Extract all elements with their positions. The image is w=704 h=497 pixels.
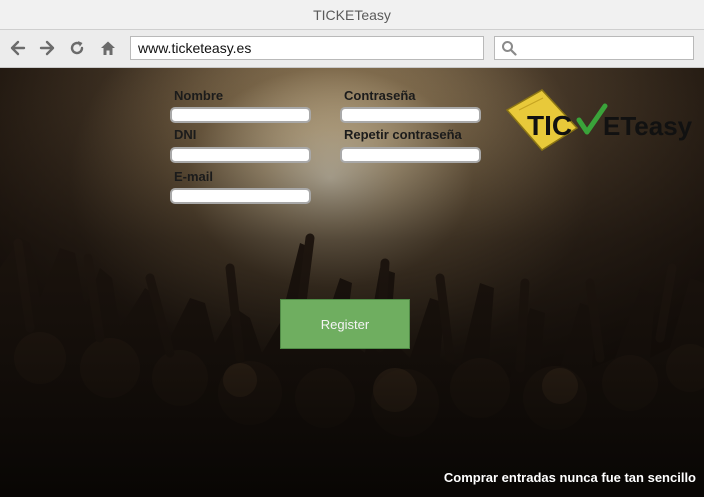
window-title: TICKETeasy <box>313 7 391 23</box>
arrow-left-icon <box>10 40 26 56</box>
browser-toolbar <box>0 30 704 68</box>
contrasena-label: Contraseña <box>344 88 416 103</box>
url-input[interactable] <box>131 37 483 59</box>
address-bar[interactable] <box>130 36 484 60</box>
register-button[interactable]: Register <box>280 299 410 349</box>
checkmark-icon <box>576 103 608 135</box>
nombre-field[interactable] <box>170 107 311 123</box>
logo-text-right: ETeasy <box>603 111 692 141</box>
tagline: Comprar entradas nunca fue tan sencillo <box>443 470 696 485</box>
repetir-contrasena-label: Repetir contraseña <box>344 127 462 142</box>
window-titlebar: TICKETeasy <box>0 0 704 30</box>
dni-label: DNI <box>174 127 197 142</box>
search-input[interactable] <box>521 37 695 61</box>
dni-field[interactable] <box>170 147 311 163</box>
reload-button[interactable] <box>67 38 87 58</box>
email-label: E-mail <box>174 169 214 184</box>
home-button[interactable] <box>98 38 118 58</box>
search-icon <box>502 41 517 56</box>
repeat-password-field[interactable] <box>340 147 481 163</box>
search-box[interactable] <box>494 36 695 61</box>
password-field[interactable] <box>340 107 481 123</box>
page-content: Nombre DNI E-mail Contraseña Repetir con… <box>0 68 704 497</box>
forward-button[interactable] <box>37 38 57 58</box>
back-button[interactable] <box>8 38 28 58</box>
reload-icon <box>70 41 84 55</box>
arrow-right-icon <box>39 40 55 56</box>
nombre-label: Nombre <box>174 88 224 103</box>
logo-text-left: TIC <box>527 110 572 141</box>
home-icon <box>101 41 115 55</box>
ticketeasy-logo: TIC ETeasy <box>505 89 692 151</box>
email-field[interactable] <box>170 188 311 204</box>
